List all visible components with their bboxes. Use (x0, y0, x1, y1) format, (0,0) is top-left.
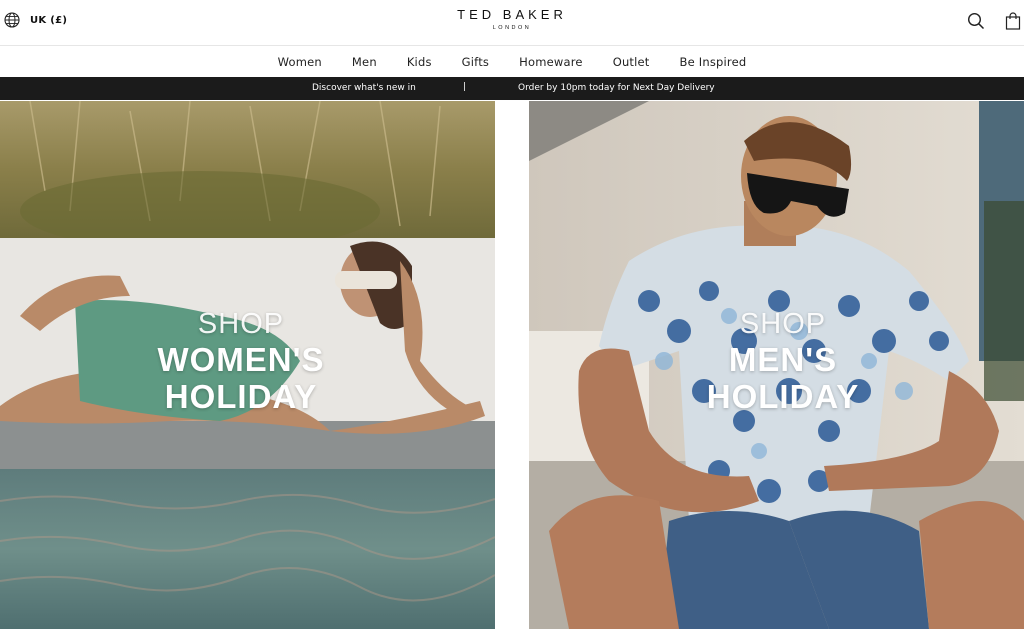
nav-item-outlet[interactable]: Outlet (613, 55, 650, 69)
hero-womens-holiday[interactable]: SHOP WOMEN'S HOLIDAY (0, 101, 495, 629)
nav-item-be-inspired[interactable]: Be Inspired (680, 55, 747, 69)
promo-whats-new-link[interactable]: Discover what's new in (312, 83, 416, 93)
logo-subtitle: LONDON (492, 25, 532, 31)
womens-holiday-cta[interactable]: SHOP WOMEN'S HOLIDAY (128, 308, 354, 415)
mens-cta-line1: MEN'S (728, 341, 838, 378)
nav-item-men[interactable]: Men (352, 55, 377, 69)
search-icon[interactable] (967, 12, 985, 30)
promo-delivery-link[interactable]: Order by 10pm today for Next Day Deliver… (518, 83, 715, 93)
nav-item-gifts[interactable]: Gifts (462, 55, 489, 69)
promo-separator: | (463, 82, 467, 92)
promo-bar: Discover what's new in | Order by 10pm t… (0, 77, 1024, 100)
site-header: UK (£) TED BAKER LONDON (0, 0, 1024, 46)
womens-cta-shop: SHOP (197, 308, 285, 340)
shopping-bag-icon[interactable] (1004, 12, 1022, 30)
hero-mens-holiday[interactable]: SHOP MEN'S HOLIDAY (529, 101, 1024, 629)
nav-item-kids[interactable]: Kids (407, 55, 432, 69)
nav-item-homeware[interactable]: Homeware (519, 55, 583, 69)
mens-holiday-cta[interactable]: SHOP MEN'S HOLIDAY (683, 308, 883, 415)
mens-cta-shop: SHOP (739, 308, 827, 340)
mens-cta-line2: HOLIDAY (706, 378, 860, 415)
womens-cta-line2: HOLIDAY (164, 378, 318, 415)
womens-cta-line1: WOMEN'S (157, 341, 325, 378)
logo-wordmark: TED BAKER (457, 7, 567, 22)
main-nav: Women Men Kids Gifts Homeware Outlet Be … (0, 47, 1024, 76)
brand-logo[interactable]: TED BAKER LONDON (0, 7, 1024, 31)
nav-item-women[interactable]: Women (278, 55, 322, 69)
